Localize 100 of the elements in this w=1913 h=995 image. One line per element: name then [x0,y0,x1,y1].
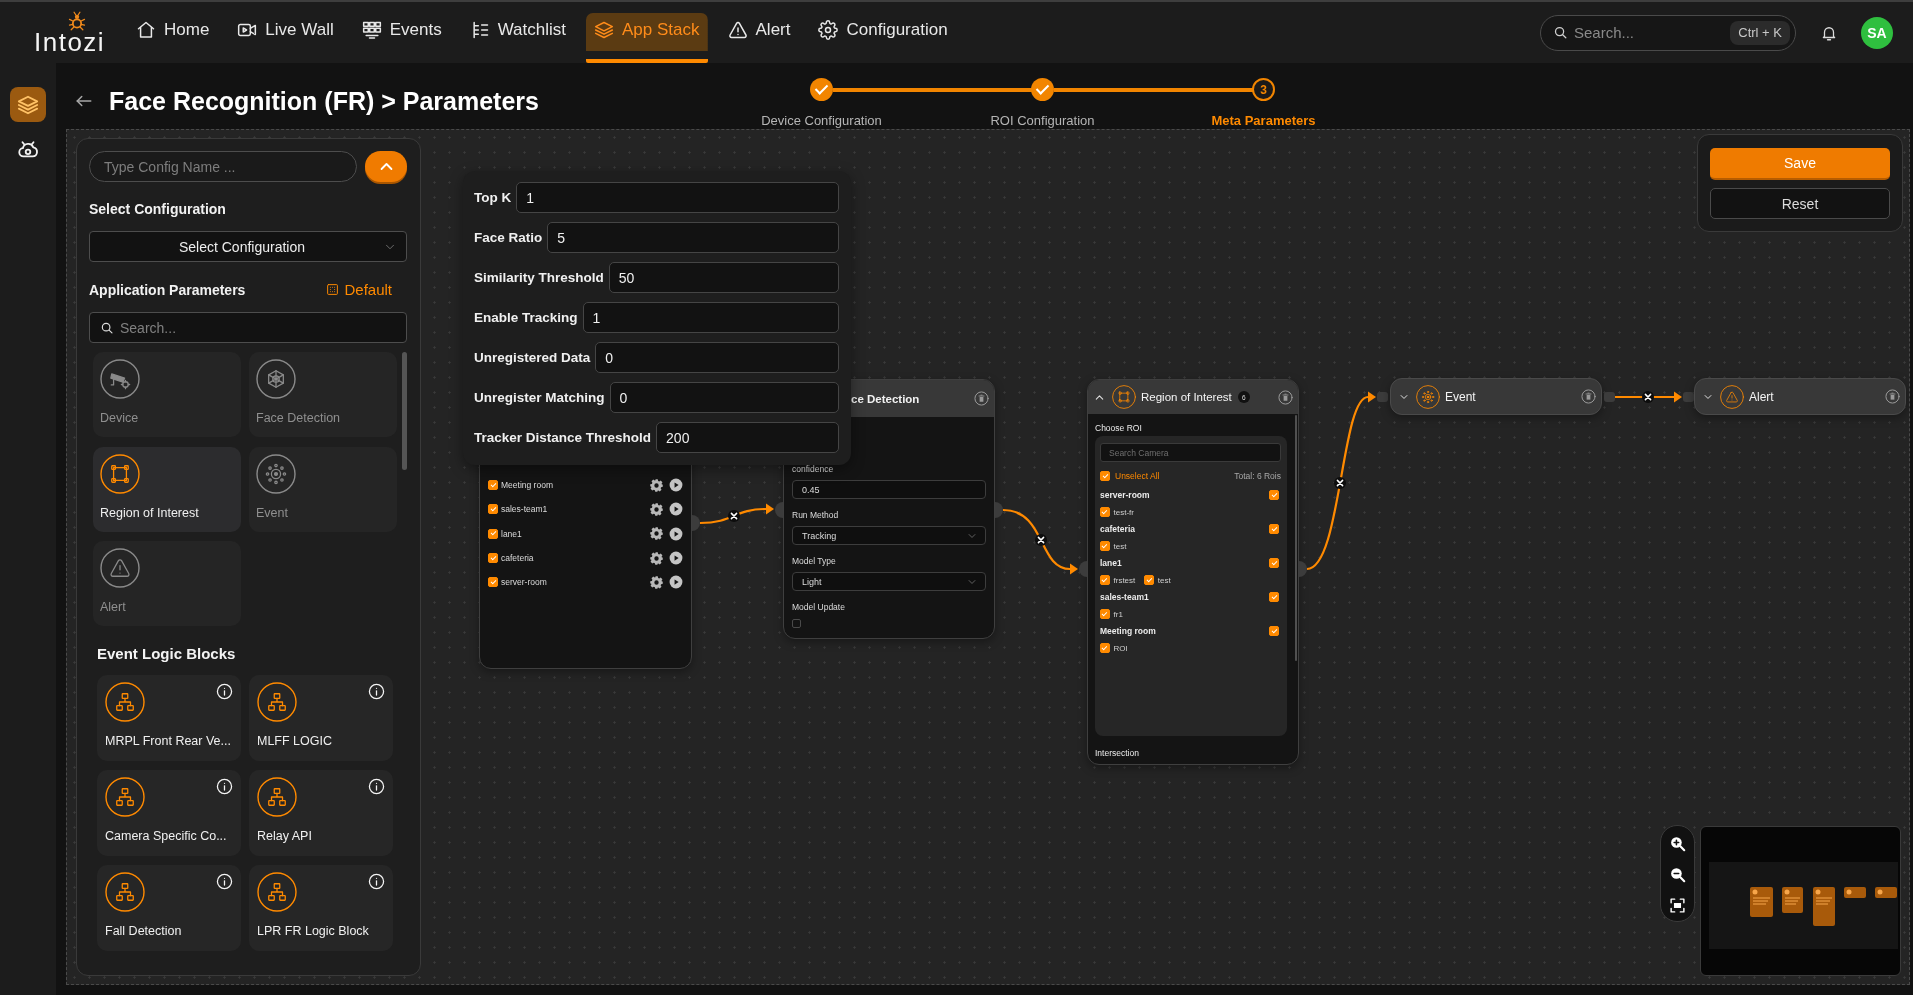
parameter-card[interactable]: Region of Interest [93,446,241,532]
connection-handle[interactable] [1377,392,1388,402]
close-icon[interactable] [728,510,740,522]
nav-tab[interactable]: Watchlist [461,13,574,63]
nav-tab[interactable]: Events [353,13,450,63]
input-field[interactable]: 0.45 [792,480,986,499]
input-field[interactable]: 1 [582,302,839,333]
checkbox[interactable] [488,577,498,588]
step-label[interactable]: Meta Parameters [1211,113,1316,128]
search-field[interactable]: Search... Ctrl + K [1540,14,1796,51]
close-icon[interactable] [1642,391,1654,403]
home-icon [136,20,156,40]
input-field[interactable]: 1 [516,182,839,213]
play-icon[interactable] [669,551,683,566]
connection-handle[interactable] [1299,561,1307,577]
gear-icon[interactable] [649,526,664,542]
nav-tab[interactable]: Live Wall [229,13,342,63]
play-icon[interactable] [669,526,683,541]
dropdown[interactable]: Select Configuration [89,231,407,262]
input-field[interactable]: Type Config Name ... [89,151,357,182]
parameter-card[interactable]: Device [93,352,241,437]
checkbox[interactable] [1100,575,1110,585]
dropdown[interactable]: Light [792,572,986,591]
minimap[interactable] [1700,826,1901,976]
gear-icon[interactable] [649,574,664,590]
info-icon[interactable] [368,873,385,890]
nav-tab[interactable]: Home [128,13,218,63]
logic-block-card[interactable]: Camera Specific Co... [97,770,241,856]
logic-block-card[interactable]: Relay API [249,770,393,856]
nav-tab[interactable]: Alert [719,13,799,63]
trash-icon[interactable] [1581,389,1596,404]
info-icon[interactable] [216,873,233,890]
roi-label: test-fr [1113,507,1134,517]
logic-block-card[interactable]: MLFF LOGIC [249,675,393,761]
checkbox[interactable] [1269,524,1279,534]
connection-handle[interactable] [775,502,783,518]
checkbox[interactable] [1269,592,1279,602]
connection-handle[interactable] [1683,392,1694,402]
info-icon[interactable] [216,683,233,700]
checkbox[interactable] [1269,558,1279,568]
gear-icon[interactable] [649,550,664,566]
input-field[interactable]: 0 [609,382,839,413]
close-icon[interactable] [1334,477,1346,489]
step-label[interactable]: Device Configuration [761,113,882,128]
checkbox[interactable] [1100,471,1110,481]
checkbox[interactable] [1269,490,1279,500]
nav-tab[interactable]: App Stack [586,13,708,63]
unselect-all-label[interactable]: Unselect All [1115,471,1160,481]
grid-icon [361,20,382,40]
logic-block-card[interactable]: MRPL Front Rear Ve... [97,675,241,761]
connection-handle[interactable] [1079,561,1087,577]
scrollbar[interactable] [1294,415,1297,661]
parameter-card[interactable]: Face Detection [249,352,397,437]
connection-handle[interactable] [1604,392,1615,402]
dropdown[interactable]: Tracking [792,526,986,545]
trash-icon[interactable] [1278,389,1293,405]
collapse-button[interactable] [365,151,407,182]
trash-icon[interactable] [1885,389,1900,404]
logic-block-card[interactable]: LPR FR Logic Block [249,865,393,951]
checkbox[interactable] [1269,626,1279,636]
checkbox[interactable] [1100,541,1110,551]
info-icon[interactable] [216,778,233,795]
trash-icon[interactable] [974,391,989,406]
search-field[interactable]: Search Camera [1100,443,1281,462]
input-field[interactable]: 50 [608,262,839,293]
input-field[interactable]: 5 [547,222,839,253]
camera-name: lane1 [501,528,522,539]
rail-button[interactable] [10,87,46,122]
brand-logo[interactable]: Intozi [34,28,106,55]
parameter-card[interactable]: Event [249,446,397,532]
step-label[interactable]: ROI Configuration [990,113,1095,128]
checkbox[interactable] [488,504,498,515]
checkbox[interactable] [792,619,801,628]
scrollbar[interactable] [402,352,407,470]
checkbox[interactable] [1100,507,1110,517]
play-icon[interactable] [669,502,683,517]
checkbox[interactable] [488,480,498,491]
play-icon[interactable] [669,575,683,590]
connection-handle[interactable] [692,515,700,531]
gear-icon[interactable] [649,501,664,517]
input-field[interactable]: 0 [595,342,839,373]
close-icon[interactable] [1035,534,1047,546]
default-button[interactable]: Default [326,281,392,298]
info-icon[interactable] [368,778,385,795]
checkbox[interactable] [488,553,498,564]
nav-tab[interactable]: Configuration [810,13,956,63]
checkbox[interactable] [1100,609,1110,619]
reset-button[interactable]: Reset [1710,188,1890,219]
checkbox[interactable] [1144,575,1154,585]
search-field[interactable]: Search... [89,312,407,343]
gear-icon[interactable] [649,477,664,493]
info-icon[interactable] [368,683,385,700]
checkbox[interactable] [488,528,498,539]
play-icon[interactable] [669,478,683,493]
logic-block-card[interactable]: Fall Detection [97,865,241,951]
page-title: Face Recognition (FR) > Parameters [109,86,539,116]
checkbox[interactable] [1100,643,1110,653]
parameter-card[interactable]: Alert [93,541,241,626]
input-field[interactable]: 200 [656,422,839,453]
connection-handle[interactable] [995,502,1003,518]
